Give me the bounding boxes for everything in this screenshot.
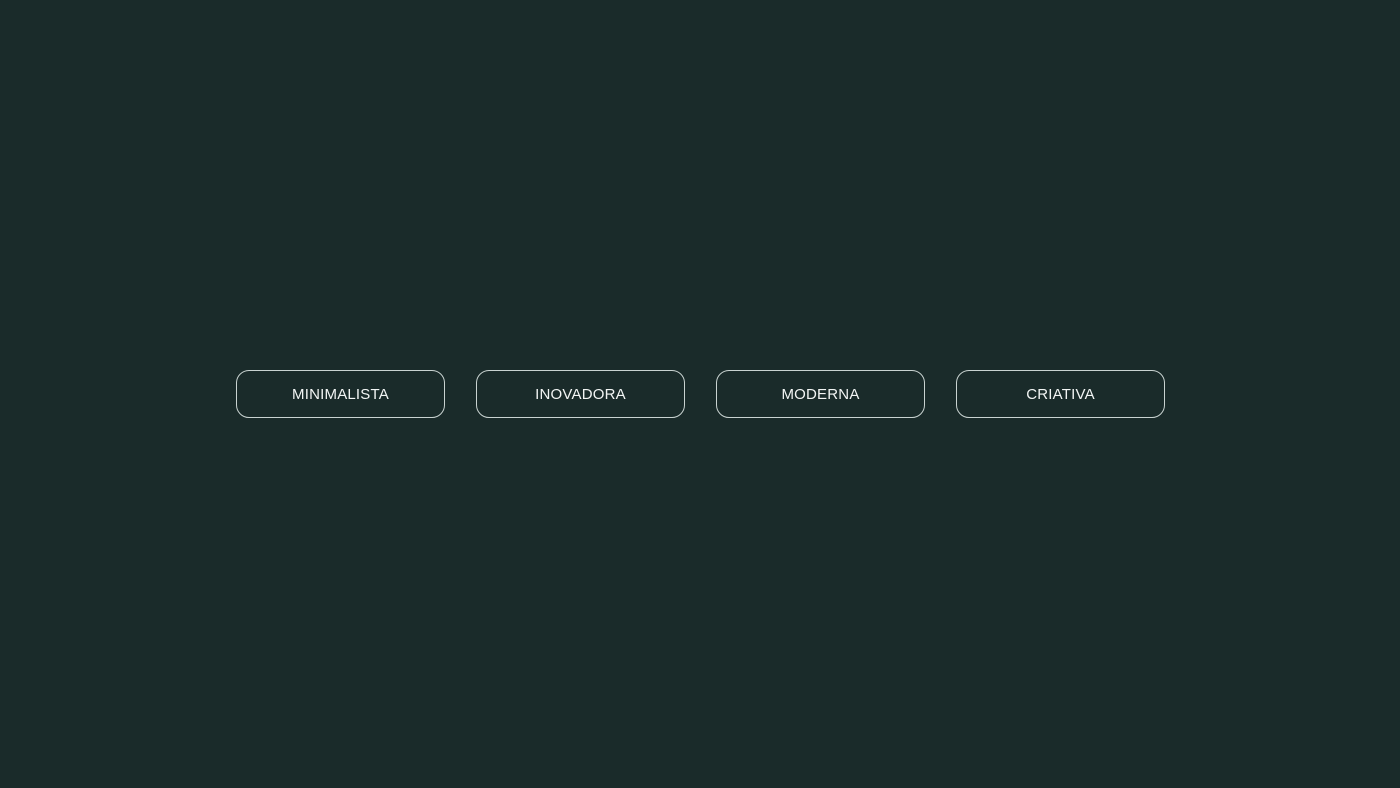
tag-minimalista-button[interactable]: MINIMALISTA <box>236 370 445 418</box>
tag-label: MINIMALISTA <box>292 385 389 403</box>
tag-row: MINIMALISTA INOVADORA MODERNA CRIATIVA <box>236 370 1165 418</box>
tag-criativa-button[interactable]: CRIATIVA <box>956 370 1165 418</box>
tag-inovadora-button[interactable]: INOVADORA <box>476 370 685 418</box>
tag-label: MODERNA <box>781 385 860 403</box>
tag-label: CRIATIVA <box>1026 385 1095 403</box>
tag-moderna-button[interactable]: MODERNA <box>716 370 925 418</box>
tag-label: INOVADORA <box>535 385 626 403</box>
canvas: MINIMALISTA INOVADORA MODERNA CRIATIVA <box>0 0 1400 788</box>
